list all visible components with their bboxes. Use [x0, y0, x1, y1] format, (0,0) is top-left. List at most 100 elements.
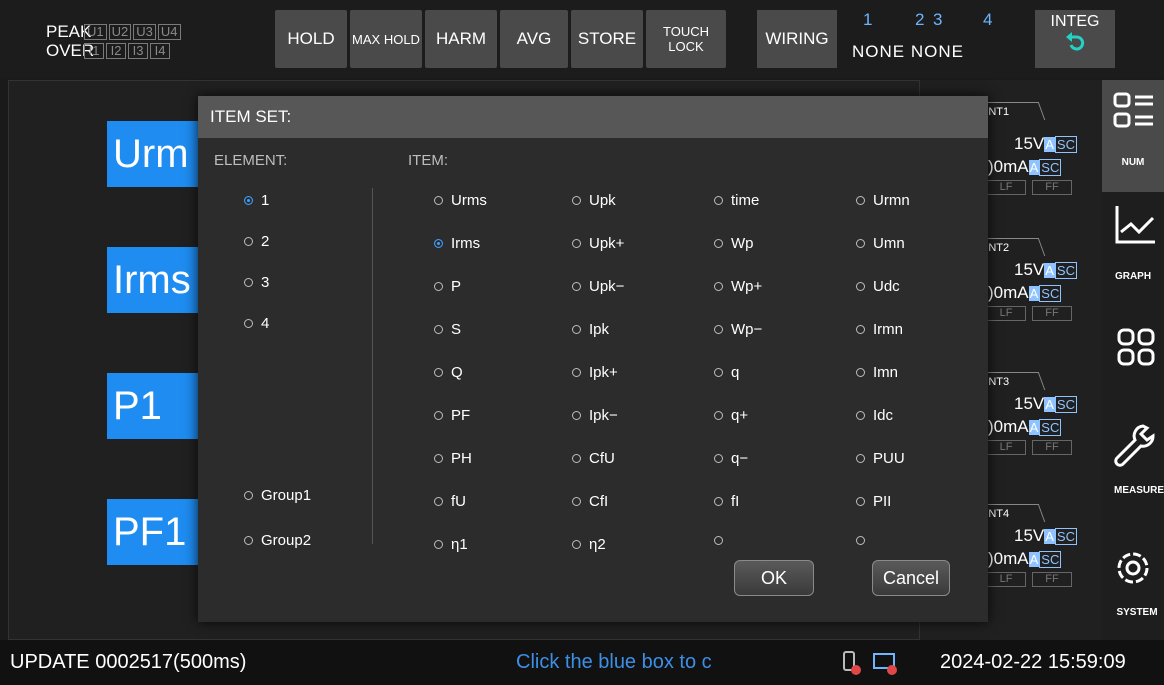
item-radio-4-6[interactable]: Idc: [856, 407, 893, 424]
radio-icon: [572, 411, 581, 420]
element-3-filters: LF FF: [986, 440, 1078, 455]
max-hold-button[interactable]: MAX HOLD: [350, 10, 422, 68]
element-4-filters: LF FF: [986, 572, 1078, 587]
item-radio-4-7[interactable]: PUU: [856, 450, 905, 467]
item-radio-2-3[interactable]: Upk−: [572, 278, 624, 295]
harm-button[interactable]: HARM: [425, 10, 497, 68]
item-radio-2-1[interactable]: Upk: [572, 192, 616, 209]
sidebar-item-measure[interactable]: MEASURE: [1102, 410, 1164, 510]
wiring-num-4: 4: [983, 10, 993, 29]
item-radio-label: PII: [873, 493, 892, 510]
sidebar-item-system[interactable]: SYSTEM: [1102, 536, 1164, 636]
element-3-sc-badge: SC: [1054, 396, 1077, 413]
item-radio-1-3[interactable]: P: [434, 278, 461, 295]
item-radio-label: Urmn: [873, 192, 910, 209]
item-radio-4-2[interactable]: Umn: [856, 235, 905, 252]
group-radio-2[interactable]: Group2: [244, 532, 311, 549]
item-radio-4-4[interactable]: Irmn: [856, 321, 903, 338]
peak-chip-u3: U3: [133, 23, 156, 40]
screen: PEAK U1 U2 U3 U4 OVER I1 I2 I3 I4 HOLD M…: [0, 0, 1164, 685]
touch-lock-button[interactable]: TOUCH LOCK: [646, 10, 726, 68]
radio-icon: [244, 491, 253, 500]
item-radio-label: Umn: [873, 235, 905, 252]
element-1-i-sc-badge: SC: [1039, 159, 1062, 176]
sidebar-item-num-label: NUM: [1121, 157, 1145, 168]
element-radio-1[interactable]: 1: [244, 192, 269, 209]
item-radio-3-3[interactable]: Wp+: [714, 278, 762, 295]
group-radio-1[interactable]: Group1: [244, 487, 311, 504]
element-3-i-sc-badge: SC: [1039, 419, 1062, 436]
integ-button[interactable]: INTEG: [1035, 10, 1115, 68]
item-radio-4-8[interactable]: PII: [856, 493, 891, 510]
item-radio-2-4[interactable]: Ipk: [572, 321, 609, 338]
radio-icon: [572, 540, 581, 549]
item-radio-1-4[interactable]: S: [434, 321, 461, 338]
item-radio-3-4[interactable]: Wp−: [714, 321, 762, 338]
item-radio-label: Irmn: [873, 321, 903, 338]
sidebar-item-num[interactable]: NUM: [1102, 80, 1164, 192]
element-4-i-sc-badge: SC: [1039, 551, 1062, 568]
item-radio-2-8[interactable]: CfI: [572, 493, 608, 510]
list-icon: [1113, 92, 1153, 128]
item-radio-1-5[interactable]: Q: [434, 364, 463, 381]
sidebar-item-graph[interactable]: GRAPH: [1102, 198, 1164, 298]
cancel-button[interactable]: Cancel: [872, 560, 950, 596]
item-radio-2-5[interactable]: Ipk+: [572, 364, 618, 381]
item-radio-label: S: [451, 321, 462, 338]
item-radio-1-7[interactable]: PH: [434, 450, 472, 467]
update-counter: UPDATE 0002517(500ms): [10, 651, 247, 673]
element-3-ff: FF: [1032, 440, 1072, 455]
item-radio-1-1[interactable]: Urms: [434, 192, 487, 209]
radio-icon: [714, 239, 723, 248]
item-radio-2-7[interactable]: CfU: [572, 450, 615, 467]
item-radio-label: Upk−: [589, 278, 625, 295]
dialog-divider: [372, 188, 373, 544]
item-radio-3-5[interactable]: q: [714, 364, 739, 381]
element-3-lf: LF: [986, 440, 1026, 455]
item-radio-2-9[interactable]: η2: [572, 536, 606, 553]
element-radio-2[interactable]: 2: [244, 233, 269, 250]
item-radio-2-6[interactable]: Ipk−: [572, 407, 618, 424]
item-radio-3-7[interactable]: q−: [714, 450, 748, 467]
avg-button[interactable]: AVG: [500, 10, 568, 68]
item-radio-1-8[interactable]: fU: [434, 493, 466, 510]
element-4-lf: LF: [986, 572, 1026, 587]
item-radio-3-9[interactable]: [714, 536, 731, 545]
item-radio-4-3[interactable]: Udc: [856, 278, 900, 295]
item-radio-1-6[interactable]: PF: [434, 407, 470, 424]
hold-button[interactable]: HOLD: [275, 10, 347, 68]
item-radio-2-2[interactable]: Upk+: [572, 235, 624, 252]
store-button[interactable]: STORE: [571, 10, 643, 68]
element-2-current-range: )0mAA SC: [988, 283, 1062, 303]
wiring-values: NONE NONE: [852, 42, 964, 61]
item-radio-label: Udc: [873, 278, 900, 295]
radio-icon: [714, 282, 723, 291]
peak-chip-u2: U2: [108, 23, 132, 40]
element-4-tab: NT4: [978, 504, 1046, 522]
radio-icon: [434, 454, 443, 463]
ok-button[interactable]: OK: [734, 560, 814, 596]
sidebar-item-grid[interactable]: [1102, 316, 1164, 396]
element-2-i-sc-badge: SC: [1039, 285, 1062, 302]
item-radio-label: PF: [451, 407, 471, 424]
element-radio-4[interactable]: 4: [244, 315, 269, 332]
item-radio-3-2[interactable]: Wp: [714, 235, 754, 252]
item-radio-label: Imn: [873, 364, 899, 381]
element-4-v: 15V: [1014, 526, 1045, 545]
element-3-i-auto-badge: A: [1028, 420, 1040, 435]
item-radio-1-2[interactable]: Irms: [434, 235, 480, 252]
radio-icon: [714, 411, 723, 420]
element-radio-2-label: 2: [261, 233, 270, 250]
hint-text: Click the blue box to c: [516, 651, 712, 673]
wiring-button[interactable]: WIRING: [757, 10, 837, 68]
item-radio-label: Irms: [451, 235, 481, 252]
item-radio-4-5[interactable]: Imn: [856, 364, 898, 381]
element-radio-3[interactable]: 3: [244, 274, 269, 291]
item-radio-1-9[interactable]: η1: [434, 536, 468, 553]
item-radio-3-6[interactable]: q+: [714, 407, 748, 424]
item-radio-4-1[interactable]: Urmn: [856, 192, 910, 209]
peak-chip-u1: U1: [84, 23, 107, 40]
item-radio-3-1[interactable]: time: [714, 192, 759, 209]
item-radio-3-8[interactable]: fI: [714, 493, 739, 510]
item-radio-4-9[interactable]: [856, 536, 873, 545]
